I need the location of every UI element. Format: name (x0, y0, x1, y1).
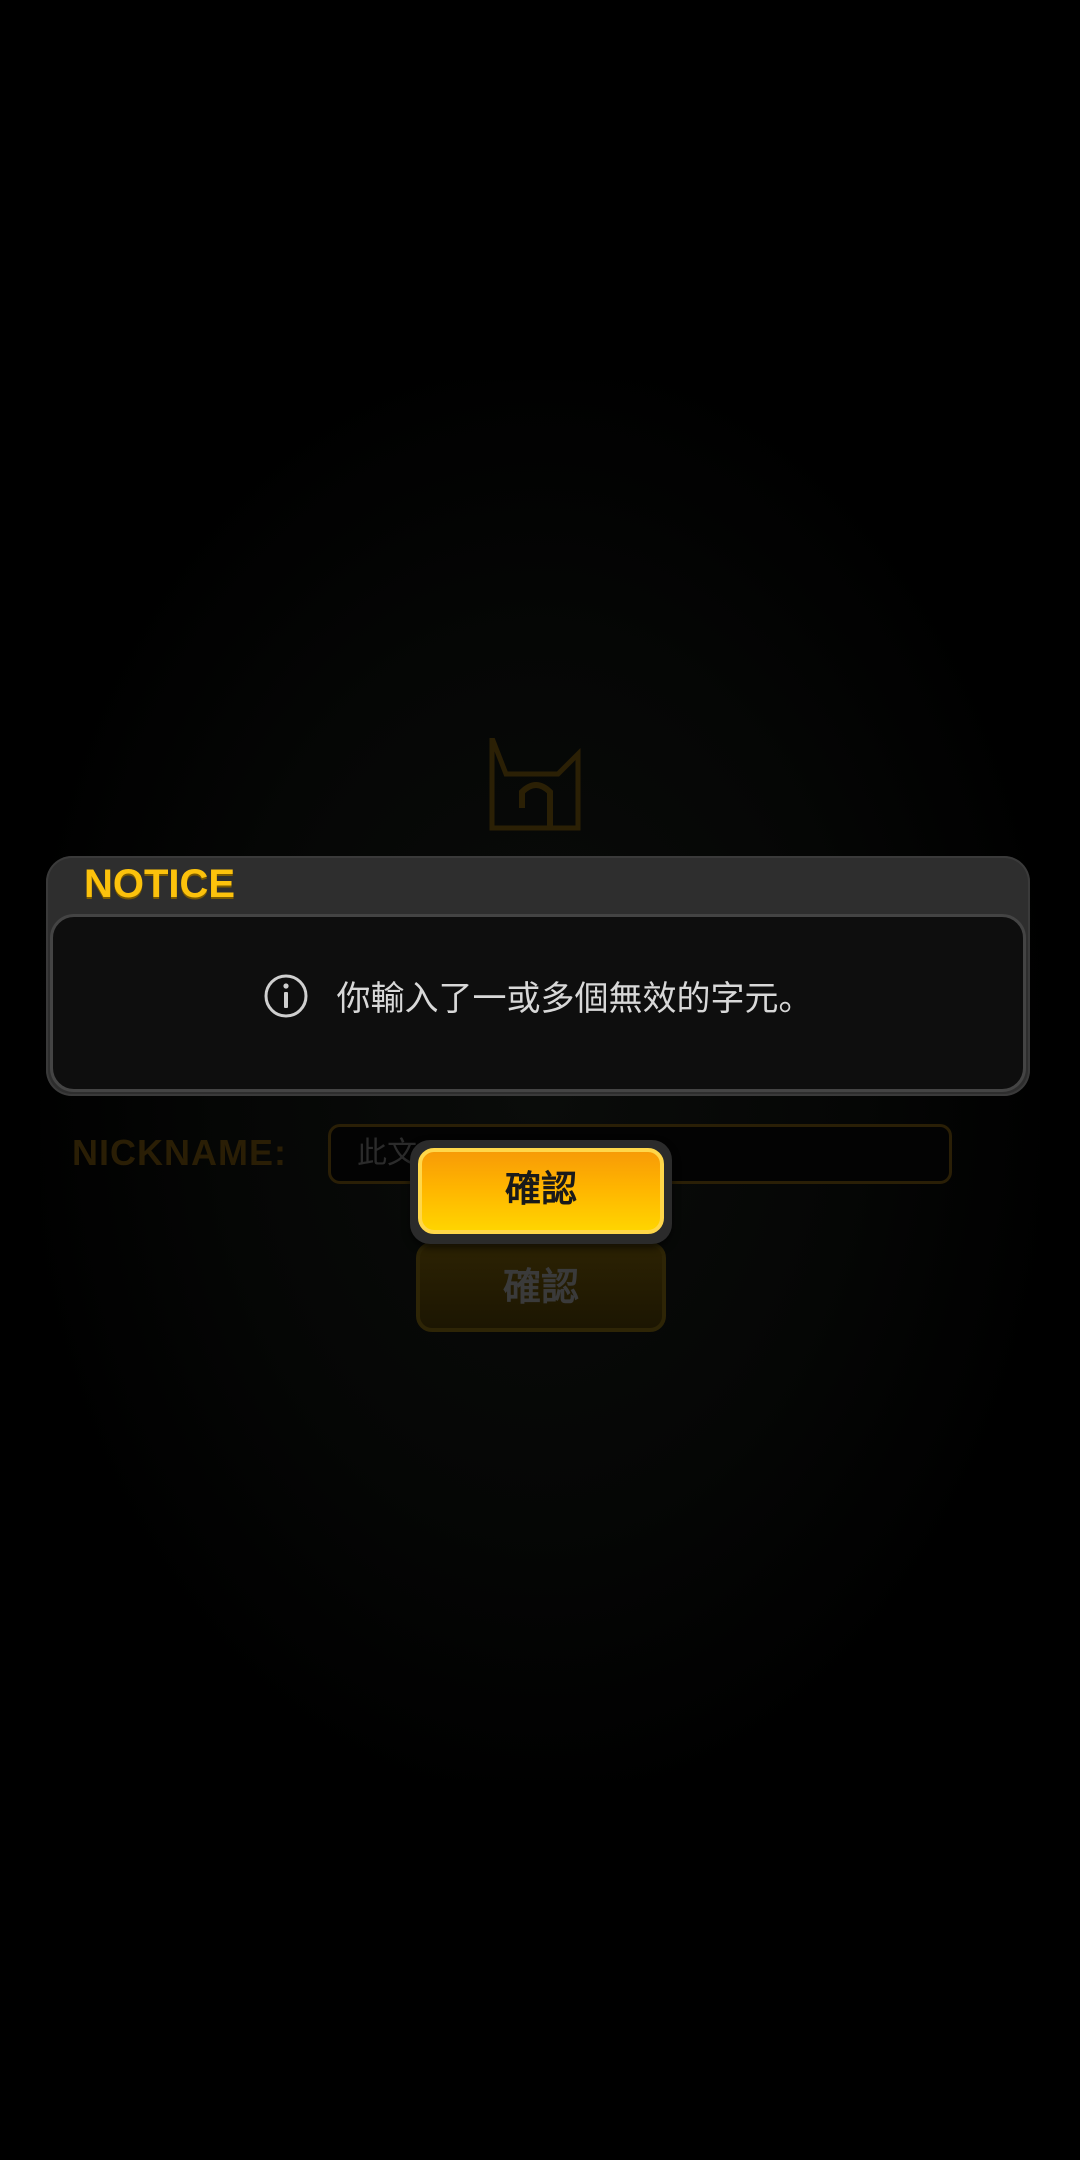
info-icon (264, 974, 308, 1017)
background-confirm-button: 確認 (416, 1242, 666, 1332)
confirm-button-frame: 確認 (410, 1140, 672, 1244)
dialog-title: NOTICE (84, 862, 236, 906)
screen: NICKNAME: 此文 確認 NOTICE 你輸入了一或多個無效的字元。 確認 (0, 0, 1080, 2160)
game-logo-icon (489, 738, 581, 831)
notice-message: 你輸入了一或多個無效的字元。 (336, 979, 813, 1019)
notice-dialog: NOTICE 你輸入了一或多個無效的字元。 (46, 856, 1030, 1096)
nickname-label: NICKNAME: (72, 1132, 287, 1173)
dialog-body: 你輸入了一或多個無效的字元。 (50, 914, 1026, 1092)
message-row: 你輸入了一或多個無效的字元。 (53, 971, 1023, 1020)
confirm-button[interactable]: 確認 (418, 1148, 664, 1234)
